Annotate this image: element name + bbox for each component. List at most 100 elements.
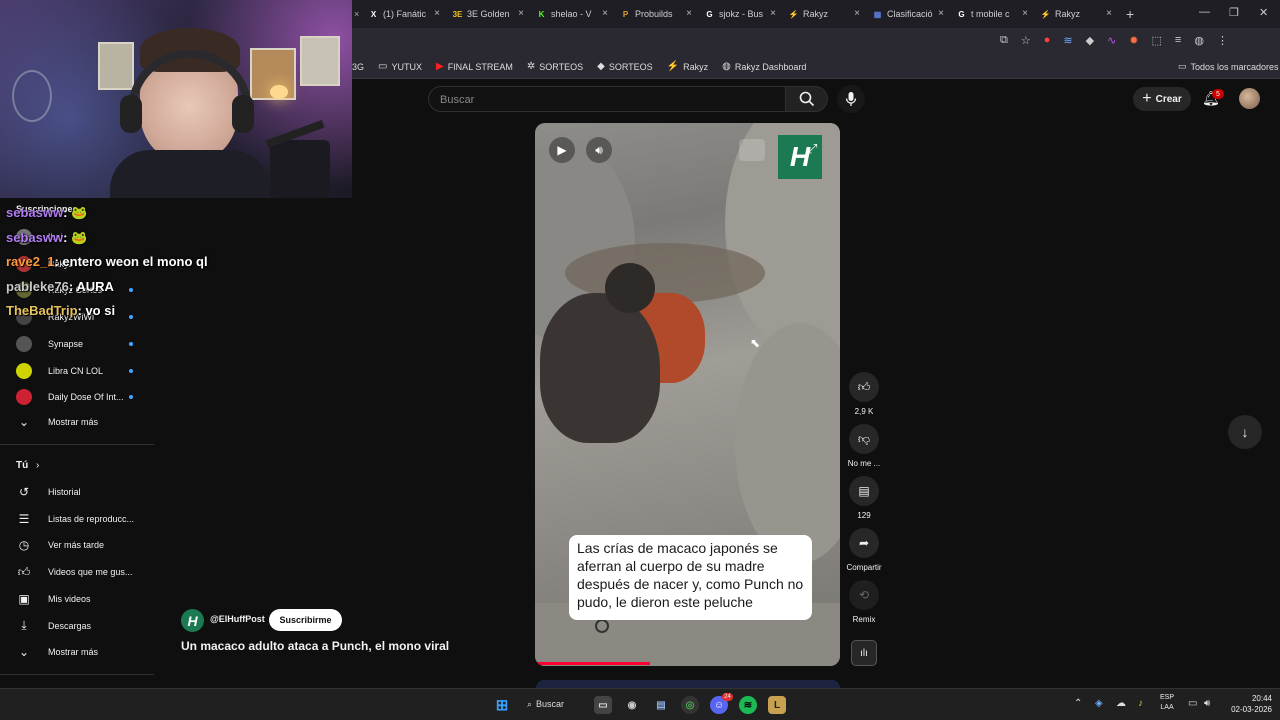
steam-icon[interactable]: ◈	[1095, 698, 1103, 709]
progress-bar[interactable]	[535, 662, 650, 665]
extension-red-icon[interactable]: ●	[1044, 34, 1051, 47]
league-of-legends-icon[interactable]: L	[768, 696, 786, 714]
sidebar-you-item[interactable]: ⤓ Descargas	[0, 613, 154, 639]
microphone-tray-icon[interactable]: ♪	[1138, 698, 1143, 709]
captions-button[interactable]	[739, 139, 765, 161]
task-view-icon[interactable]: ▭	[594, 696, 612, 714]
file-explorer-icon[interactable]: ▤	[652, 696, 670, 714]
globe-icon: ◍	[722, 61, 731, 72]
speaker-icon[interactable]: 🔊︎	[1204, 698, 1210, 709]
chat-message: rave2_1: entero weon el mono ql	[6, 254, 208, 269]
tab-close-icon[interactable]: ×	[938, 8, 944, 19]
bookmark-item[interactable]: ✲ SORTEOS	[527, 61, 583, 72]
chevron-up-icon[interactable]: ⌃	[1074, 698, 1082, 709]
cloud-icon[interactable]: ☁	[1116, 698, 1126, 709]
install-icon[interactable]: ⧉	[1000, 34, 1008, 47]
taskbar-clock[interactable]: 20:44 02-03-2026	[1222, 693, 1272, 715]
search-button[interactable]	[786, 86, 828, 112]
taskbar-search[interactable]: ⌕ Buscar	[527, 695, 577, 713]
bookmark-item[interactable]: ▶ FINAL STREAM	[436, 61, 513, 72]
comments-button[interactable]: ▤	[849, 476, 879, 506]
tab-close-icon[interactable]: ×	[686, 8, 692, 19]
browser-tab[interactable]: Gsjokz - Bus ×	[698, 0, 782, 28]
reading-list-icon[interactable]: ≡	[1175, 34, 1181, 47]
sound-button[interactable]: ılı	[851, 640, 877, 666]
wall-poster	[300, 36, 340, 86]
microphone-icon	[845, 92, 857, 106]
sidebar-channel-item[interactable]: Libra CN LOL	[0, 358, 154, 384]
channel-name[interactable]: @ElHuffPost	[210, 614, 265, 624]
star-icon[interactable]: ☆	[1021, 34, 1031, 47]
volume-button[interactable]: 🔊︎	[586, 137, 612, 163]
bookmark-item[interactable]: 3G	[352, 62, 364, 72]
sidebar-you-item[interactable]: ☰ Listas de reproducc...	[0, 506, 154, 532]
browser-tab[interactable]: P Probuilds ×	[614, 0, 698, 28]
menu-dots-icon[interactable]: ⋮	[1217, 34, 1228, 47]
remix-button[interactable]: ⟲	[849, 580, 879, 610]
minimize-icon[interactable]: —	[1199, 6, 1210, 18]
tab-close-icon[interactable]: ×	[518, 8, 524, 19]
show-more-you[interactable]: ⌄ Mostrar más	[0, 639, 154, 665]
sidebar-you-item[interactable]: ◷ Ver más tarde	[0, 532, 154, 558]
tab-close-icon[interactable]: ×	[1022, 8, 1028, 19]
sidebar-channel-item[interactable]: Synapse	[0, 331, 154, 357]
new-content-dot	[129, 341, 133, 346]
tab-close-icon[interactable]: ×	[770, 8, 776, 19]
fullscreen-icon[interactable]: ⤢	[807, 141, 817, 157]
extension-wave-icon[interactable]: ≋	[1063, 34, 1072, 47]
sidebar-you-item[interactable]: ↺ Historial	[0, 479, 154, 505]
next-short-preview[interactable]	[536, 680, 840, 688]
new-tab-button[interactable]: +	[1126, 6, 1134, 22]
play-button[interactable]: ▶	[549, 137, 575, 163]
extension-orange-icon[interactable]: ✹	[1129, 34, 1138, 47]
maximize-icon[interactable]: ❐	[1229, 6, 1239, 19]
spotify-icon[interactable]: ≋	[739, 696, 757, 714]
bookmark-item[interactable]: ▭ YUTUX	[378, 61, 422, 72]
share-button[interactable]: ➦	[849, 528, 879, 558]
all-bookmarks-folder[interactable]: ▭ Todos los marcadores	[1178, 61, 1279, 72]
browser-tab[interactable]: Gt mobile c ×	[950, 0, 1034, 28]
close-window-icon[interactable]: ✕	[1259, 6, 1268, 19]
you-header[interactable]: Tú ›	[0, 452, 154, 478]
bookmark-item[interactable]: ◍ Rakyz Dashboard	[722, 61, 806, 72]
tab-fragment-close[interactable]: ×	[352, 9, 362, 19]
browser-tab[interactable]: Kshelao - V ×	[530, 0, 614, 28]
wall-poster	[98, 42, 134, 90]
bookmark-label: YUTUX	[391, 61, 422, 72]
like-button[interactable]: 👍︎	[849, 372, 879, 402]
dislike-button[interactable]: 👎︎	[849, 424, 879, 454]
sidebar-you-item[interactable]: 👍︎ Videos que me gus...	[0, 559, 154, 585]
browser-tab[interactable]: ⚡ Rakyz ×	[782, 0, 866, 28]
show-more-subscriptions[interactable]: ⌄ Mostrar más	[0, 409, 154, 435]
short-title[interactable]: Un macaco adulto ataca a Punch, el mono …	[181, 639, 449, 653]
profile-icon[interactable]: ◍	[1194, 34, 1204, 47]
sidebar-channel-item[interactable]: Daily Dose Of Int...	[0, 384, 154, 410]
browser-tab[interactable]: 3E 3E Golden ×	[446, 0, 530, 28]
channel-avatar[interactable]: H	[181, 609, 204, 632]
tab-close-icon[interactable]: ×	[1106, 8, 1112, 19]
network-icon[interactable]: ▭	[1188, 698, 1197, 709]
extension-purple-icon[interactable]: ∿	[1107, 34, 1116, 47]
browser-tab[interactable]: ▦ Clasificació ×	[866, 0, 950, 28]
browser-tab[interactable]: X (1) Fanátic ×	[362, 0, 446, 28]
windows-start-icon[interactable]: ⊞	[493, 696, 511, 714]
tab-close-icon[interactable]: ×	[854, 8, 860, 19]
extension-diamond-icon[interactable]: ◆	[1086, 34, 1094, 47]
chrome-icon[interactable]: ◎	[681, 696, 699, 714]
bookmark-item[interactable]: ◆ SORTEOS	[597, 61, 653, 72]
puzzle-icon[interactable]: ⬚	[1152, 34, 1162, 47]
search-input[interactable]: Buscar	[428, 86, 786, 112]
create-button[interactable]: + Crear	[1133, 87, 1191, 111]
bookmark-item[interactable]: ⚡ Rakyz	[667, 61, 708, 72]
next-short-button[interactable]: ↓	[1228, 415, 1262, 449]
account-avatar[interactable]	[1239, 88, 1260, 109]
sidebar-item-label: Mis videos	[48, 593, 91, 604]
obs-icon[interactable]: ◉	[623, 696, 641, 714]
voice-search-button[interactable]	[837, 85, 865, 113]
tab-close-icon[interactable]: ×	[434, 8, 440, 19]
tab-close-icon[interactable]: ×	[602, 8, 608, 19]
sidebar-you-item[interactable]: ▣ Mis videos	[0, 586, 154, 612]
language-indicator[interactable]: ESP LAA	[1160, 693, 1174, 713]
browser-tab[interactable]: ⚡ Rakyz ×	[1034, 0, 1118, 28]
subscribe-button[interactable]: Suscribirme	[269, 609, 342, 631]
